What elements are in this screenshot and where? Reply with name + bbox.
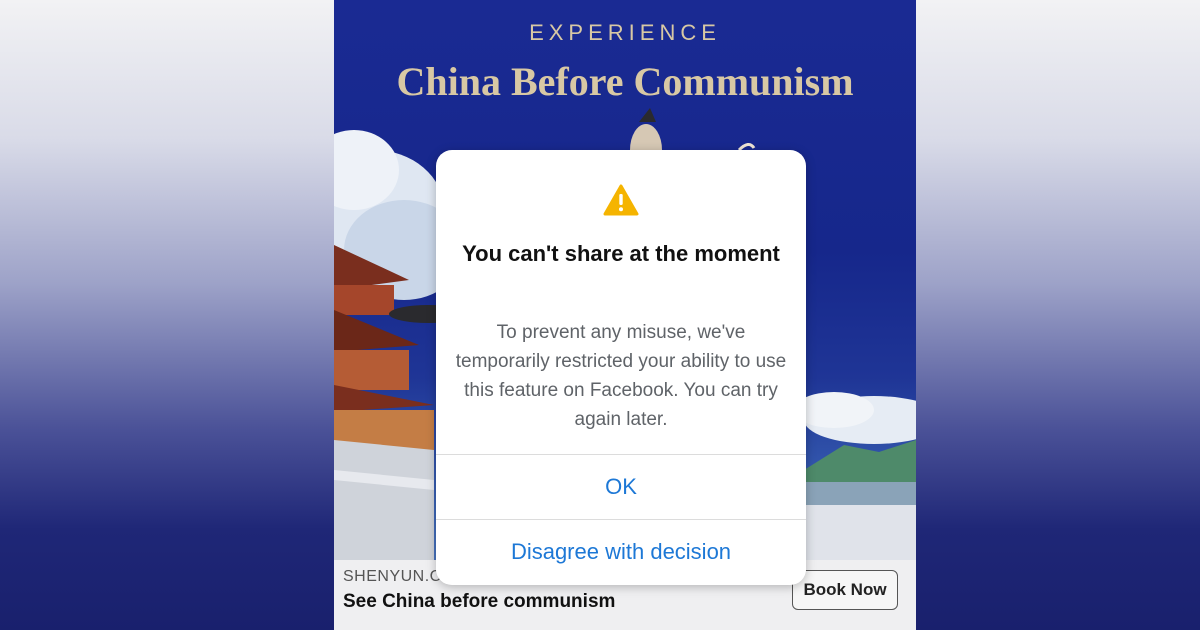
ad-eyebrow: EXPERIENCE: [529, 20, 721, 45]
disagree-with-decision-button[interactable]: Disagree with decision: [436, 520, 806, 584]
ad-domain[interactable]: SHENYUN.C: [343, 568, 442, 586]
warning-icon: [603, 184, 639, 216]
dialog-message: To prevent any misuse, we've temporarily…: [455, 322, 787, 430]
ok-button[interactable]: OK: [436, 455, 806, 519]
ad-headline: China Before Communism: [396, 59, 854, 104]
share-restricted-dialog: You can't share at the moment To prevent…: [436, 150, 806, 585]
book-now-button[interactable]: Book Now: [792, 570, 898, 610]
ad-tagline[interactable]: See China before communism: [343, 591, 615, 613]
dialog-title: You can't share at the moment: [462, 241, 780, 266]
